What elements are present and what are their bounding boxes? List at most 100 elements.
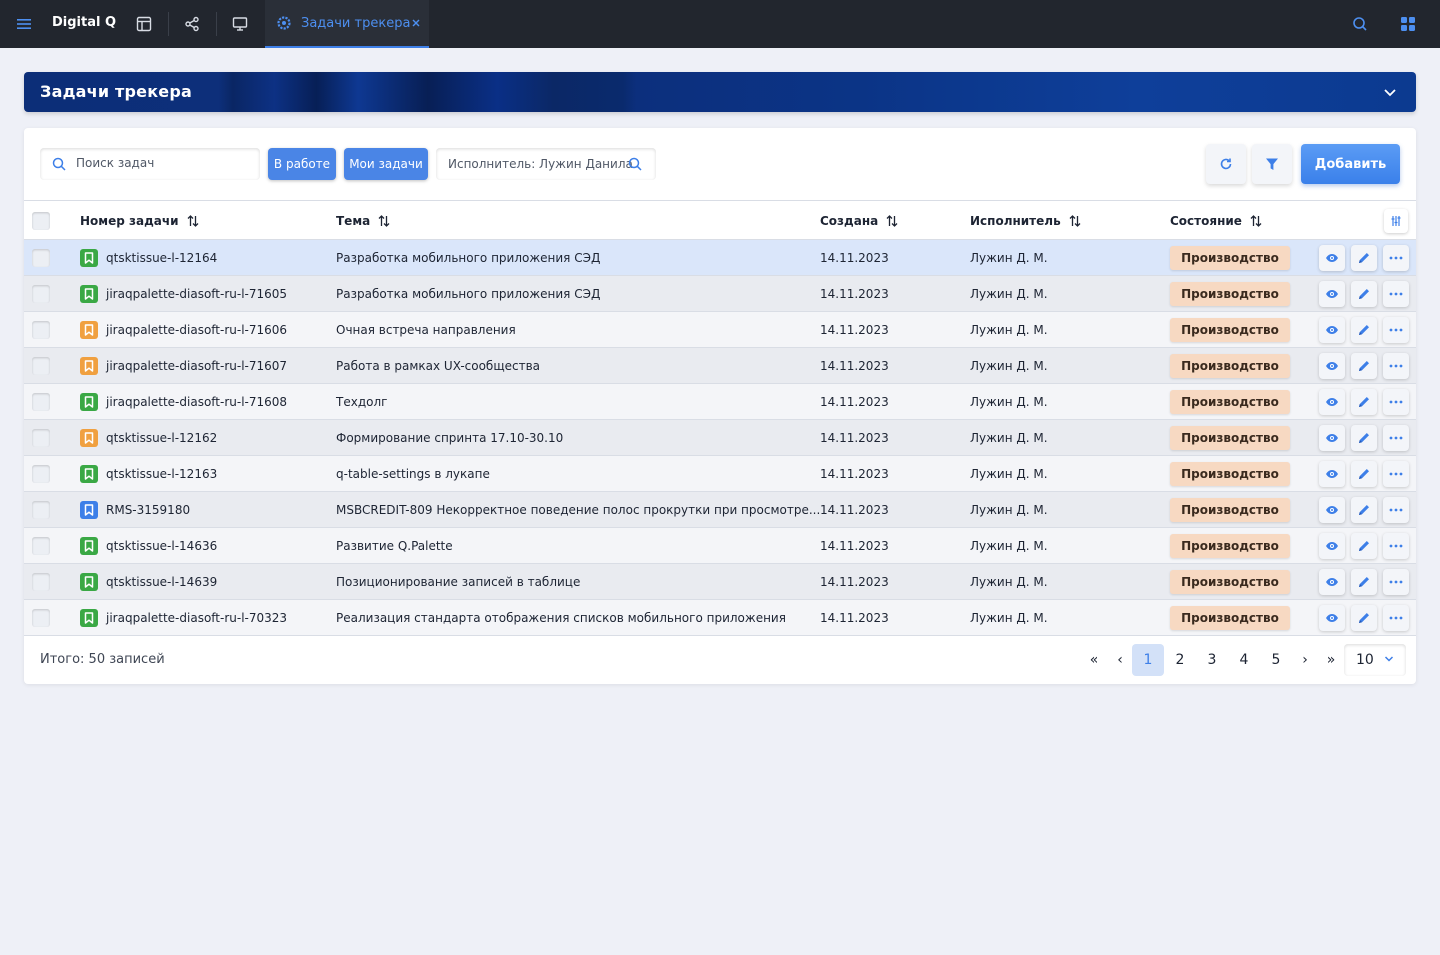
- pagination-next[interactable]: ›: [1295, 644, 1315, 676]
- sort-icon[interactable]: [886, 214, 898, 228]
- table-row[interactable]: RMS-3159180 MSBCREDIT-809 Некорректное по…: [24, 492, 1416, 528]
- row-checkbox[interactable]: [32, 501, 50, 519]
- row-checkbox[interactable]: [32, 573, 50, 591]
- row-checkbox[interactable]: [32, 465, 50, 483]
- table-row[interactable]: jiraqpalette-diasoft-ru-l-71607 Работа в …: [24, 348, 1416, 384]
- edit-button[interactable]: [1351, 497, 1377, 523]
- table-row[interactable]: jiraqpalette-diasoft-ru-l-71608 Техдолг 14…: [24, 384, 1416, 420]
- app-name[interactable]: Digital Q: [52, 15, 116, 30]
- close-icon[interactable]: [409, 16, 423, 30]
- table-row[interactable]: qtsktissue-l-14639 Позиционирование запис…: [24, 564, 1416, 600]
- layout-icon[interactable]: [132, 12, 156, 36]
- pagination-page-5[interactable]: 5: [1260, 644, 1292, 676]
- page-size-select[interactable]: 10: [1344, 644, 1406, 676]
- filter-chip-in-progress[interactable]: В работе: [268, 148, 336, 180]
- more-button[interactable]: [1383, 497, 1409, 523]
- edit-button[interactable]: [1351, 533, 1377, 559]
- executor-filter[interactable]: Исполнитель: Лужин Данила: [436, 148, 656, 180]
- column-header-executor[interactable]: Исполнитель: [970, 214, 1081, 228]
- table-row[interactable]: jiraqpalette-diasoft-ru-l-71605 Разработк…: [24, 276, 1416, 312]
- view-button[interactable]: [1319, 353, 1345, 379]
- eye-icon: [1325, 541, 1339, 551]
- row-checkbox[interactable]: [32, 537, 50, 555]
- row-checkbox[interactable]: [32, 285, 50, 303]
- filter-chip-my-tasks[interactable]: Мои задачи: [344, 148, 428, 180]
- pagination-prev[interactable]: ‹: [1110, 644, 1130, 676]
- more-button[interactable]: [1383, 569, 1409, 595]
- topbar-divider: [168, 12, 169, 36]
- search-input[interactable]: [76, 156, 246, 170]
- view-button[interactable]: [1319, 425, 1345, 451]
- cell-executor: Лужин Д. М.: [970, 611, 1048, 625]
- row-checkbox[interactable]: [32, 393, 50, 411]
- row-checkbox[interactable]: [32, 249, 50, 267]
- pagination-page-3[interactable]: 3: [1196, 644, 1228, 676]
- table-settings-button[interactable]: [1384, 209, 1408, 233]
- pagination-page-1[interactable]: 1: [1132, 644, 1164, 676]
- more-button[interactable]: [1383, 533, 1409, 559]
- filter-button[interactable]: [1252, 144, 1292, 184]
- sort-icon[interactable]: [1250, 214, 1262, 228]
- view-button[interactable]: [1319, 245, 1345, 271]
- edit-button[interactable]: [1351, 569, 1377, 595]
- edit-button[interactable]: [1351, 461, 1377, 487]
- table-row[interactable]: jiraqpalette-diasoft-ru-l-70323 Реализаци…: [24, 600, 1416, 636]
- more-button[interactable]: [1383, 605, 1409, 631]
- view-button[interactable]: [1319, 317, 1345, 343]
- monitor-icon[interactable]: [228, 12, 252, 36]
- tab-tracker-tasks[interactable]: Задачи трекера: [265, 0, 429, 48]
- chevron-down-icon[interactable]: [1382, 84, 1398, 100]
- table-row[interactable]: qtsktissue-l-12162 Формирование спринта 1…: [24, 420, 1416, 456]
- sort-icon[interactable]: [187, 214, 199, 228]
- view-button[interactable]: [1319, 461, 1345, 487]
- pagination-page-4[interactable]: 4: [1228, 644, 1260, 676]
- edit-button[interactable]: [1351, 605, 1377, 631]
- edit-button[interactable]: [1351, 389, 1377, 415]
- row-checkbox[interactable]: [32, 357, 50, 375]
- more-button[interactable]: [1383, 317, 1409, 343]
- more-button[interactable]: [1383, 461, 1409, 487]
- more-button[interactable]: [1383, 353, 1409, 379]
- edit-button[interactable]: [1351, 245, 1377, 271]
- table-row[interactable]: qtsktissue-l-12163 q-table-settings в лук…: [24, 456, 1416, 492]
- row-checkbox[interactable]: [32, 609, 50, 627]
- column-header-created[interactable]: Создана: [820, 214, 898, 228]
- select-all-checkbox[interactable]: [32, 212, 50, 230]
- sort-icon[interactable]: [1069, 214, 1081, 228]
- refresh-button[interactable]: [1206, 144, 1246, 184]
- view-button[interactable]: [1319, 281, 1345, 307]
- menu-icon[interactable]: [12, 12, 36, 36]
- pagination-last[interactable]: »: [1321, 644, 1341, 676]
- table-row[interactable]: jiraqpalette-diasoft-ru-l-71606 Очная вст…: [24, 312, 1416, 348]
- pagination-page-2[interactable]: 2: [1164, 644, 1196, 676]
- view-button[interactable]: [1319, 389, 1345, 415]
- column-header-topic[interactable]: Тема: [336, 214, 390, 228]
- edit-button[interactable]: [1351, 353, 1377, 379]
- more-button[interactable]: [1383, 389, 1409, 415]
- more-button[interactable]: [1383, 425, 1409, 451]
- table-row[interactable]: qtsktissue-l-12164 Разработка мобильного …: [24, 240, 1416, 276]
- view-button[interactable]: [1319, 533, 1345, 559]
- view-button[interactable]: [1319, 605, 1345, 631]
- search-field[interactable]: [40, 148, 260, 180]
- pagination-first[interactable]: «: [1084, 644, 1104, 676]
- edit-button[interactable]: [1351, 281, 1377, 307]
- column-header-state[interactable]: Состояние: [1170, 214, 1262, 228]
- row-checkbox[interactable]: [32, 321, 50, 339]
- row-checkbox[interactable]: [32, 429, 50, 447]
- more-button[interactable]: [1383, 281, 1409, 307]
- sort-icon[interactable]: [378, 214, 390, 228]
- view-button[interactable]: [1319, 497, 1345, 523]
- more-button[interactable]: [1383, 245, 1409, 271]
- table-row[interactable]: qtsktissue-l-14636 Развитие Q.Palette 14.1…: [24, 528, 1416, 564]
- edit-button[interactable]: [1351, 317, 1377, 343]
- view-button[interactable]: [1319, 569, 1345, 595]
- search-icon[interactable]: [1348, 12, 1372, 36]
- column-header-number[interactable]: Номер задачи: [80, 214, 199, 228]
- cell-executor: Лужин Д. М.: [970, 575, 1048, 589]
- search-icon[interactable]: [628, 157, 642, 171]
- edit-button[interactable]: [1351, 425, 1377, 451]
- apps-grid-icon[interactable]: [1396, 12, 1420, 36]
- share-icon[interactable]: [180, 12, 204, 36]
- add-button[interactable]: Добавить: [1301, 144, 1400, 184]
